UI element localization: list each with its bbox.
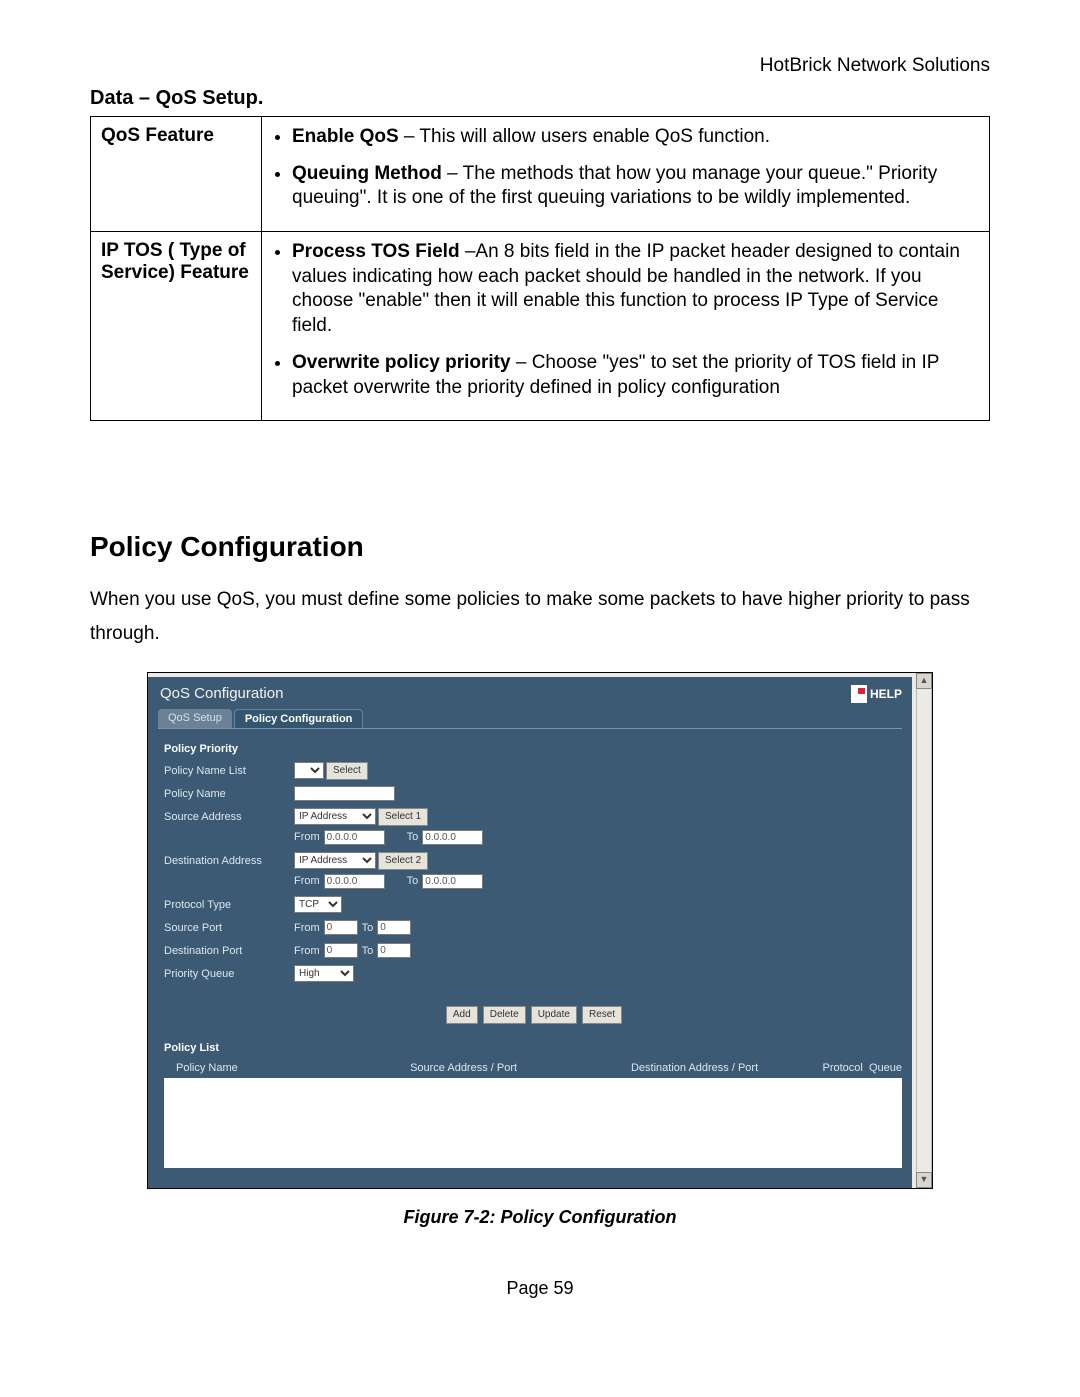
sport-from-label: From (294, 922, 320, 934)
help-label: HELP (870, 687, 902, 701)
row1-b1-bold: Enable QoS (292, 126, 399, 147)
label-priority-queue: Priority Queue (164, 968, 294, 980)
scroll-down-arrow[interactable]: ▼ (916, 1172, 932, 1188)
dport-to-input[interactable] (377, 943, 411, 958)
header-company: HotBrick Network Solutions (90, 55, 990, 77)
src-from-label: From (294, 831, 320, 843)
select-button[interactable]: Select (326, 762, 368, 780)
tab-underline (158, 728, 902, 729)
reset-button[interactable]: Reset (582, 1006, 622, 1024)
src-to-label: To (407, 831, 419, 843)
label-source-address: Source Address (164, 811, 294, 823)
update-button[interactable]: Update (531, 1006, 577, 1024)
policy-list-body (164, 1078, 902, 1168)
figure-caption: Figure 7-2: Policy Configuration (90, 1207, 990, 1228)
dst-to-input[interactable] (422, 874, 483, 889)
dport-from-label: From (294, 945, 320, 957)
screenshot-frame: ▲ ▼ QoS Configuration HELP QoS Setup Pol… (147, 672, 933, 1189)
scroll-up-arrow[interactable]: ▲ (916, 673, 932, 689)
scroll-track[interactable] (916, 689, 932, 1172)
row1-content: Enable QoS – This will allow users enabl… (262, 117, 990, 232)
protocol-type-select[interactable]: TCP (294, 896, 342, 913)
policy-name-input[interactable] (294, 786, 395, 801)
source-address-type-select[interactable]: IP Address (294, 808, 376, 825)
select1-button[interactable]: Select 1 (378, 808, 428, 826)
page-number: Page 59 (90, 1278, 990, 1299)
src-from-input[interactable] (324, 830, 385, 845)
select2-button[interactable]: Select 2 (378, 852, 428, 870)
label-dest-address: Destination Address (164, 855, 294, 867)
label-source-port: Source Port (164, 922, 294, 934)
tab-qos-setup[interactable]: QoS Setup (158, 709, 232, 728)
label-policy-name: Policy Name (164, 788, 294, 800)
priority-queue-select[interactable]: High (294, 965, 354, 982)
row1-label: QoS Feature (91, 117, 262, 232)
qos-setup-table: QoS Feature Enable QoS – This will allow… (90, 116, 990, 421)
policy-list-heading: Policy List (164, 1042, 902, 1054)
sport-from-input[interactable] (324, 920, 358, 935)
policy-name-list-select[interactable] (294, 762, 324, 779)
col-policy-name: Policy Name (164, 1062, 336, 1074)
row2-content: Process TOS Field –An 8 bits field in th… (262, 232, 990, 421)
src-to-input[interactable] (422, 830, 483, 845)
col-dest: Destination Address / Port (591, 1062, 798, 1074)
dst-from-label: From (294, 875, 320, 887)
qos-panel: QoS Configuration HELP QoS Setup Policy … (148, 677, 912, 1188)
body-text: When you use QoS, you must define some p… (90, 583, 990, 651)
col-proto-queue: Protocol Queue (798, 1062, 902, 1074)
add-button[interactable]: Add (446, 1006, 478, 1024)
label-dest-port: Destination Port (164, 945, 294, 957)
dest-address-type-select[interactable]: IP Address (294, 852, 376, 869)
dst-to-label: To (407, 875, 419, 887)
section-title: Data – QoS Setup. (90, 87, 990, 110)
row1-b2-bold: Queuing Method (292, 163, 442, 184)
sport-to-label: To (362, 922, 374, 934)
dport-from-input[interactable] (324, 943, 358, 958)
row2-b1-bold: Process TOS Field (292, 241, 460, 262)
tab-policy-config[interactable]: Policy Configuration (234, 709, 364, 728)
delete-button[interactable]: Delete (483, 1006, 526, 1024)
policy-priority-heading: Policy Priority (164, 743, 902, 755)
label-protocol-type: Protocol Type (164, 899, 294, 911)
row2-b2-bold: Overwrite policy priority (292, 352, 511, 373)
policy-config-heading: Policy Configuration (90, 531, 990, 563)
label-policy-name-list: Policy Name List (164, 765, 294, 777)
panel-title: QoS Configuration (160, 685, 283, 702)
help-button[interactable]: HELP (851, 685, 902, 703)
dst-from-input[interactable] (324, 874, 385, 889)
row2-label: IP TOS ( Type of Service) Feature (91, 232, 262, 421)
policy-list-header: Policy Name Source Address / Port Destin… (164, 1060, 902, 1076)
row1-b1-rest: – This will allow users enable QoS funct… (399, 126, 770, 147)
help-icon (851, 685, 867, 703)
dport-to-label: To (362, 945, 374, 957)
col-source: Source Address / Port (336, 1062, 591, 1074)
sport-to-input[interactable] (377, 920, 411, 935)
